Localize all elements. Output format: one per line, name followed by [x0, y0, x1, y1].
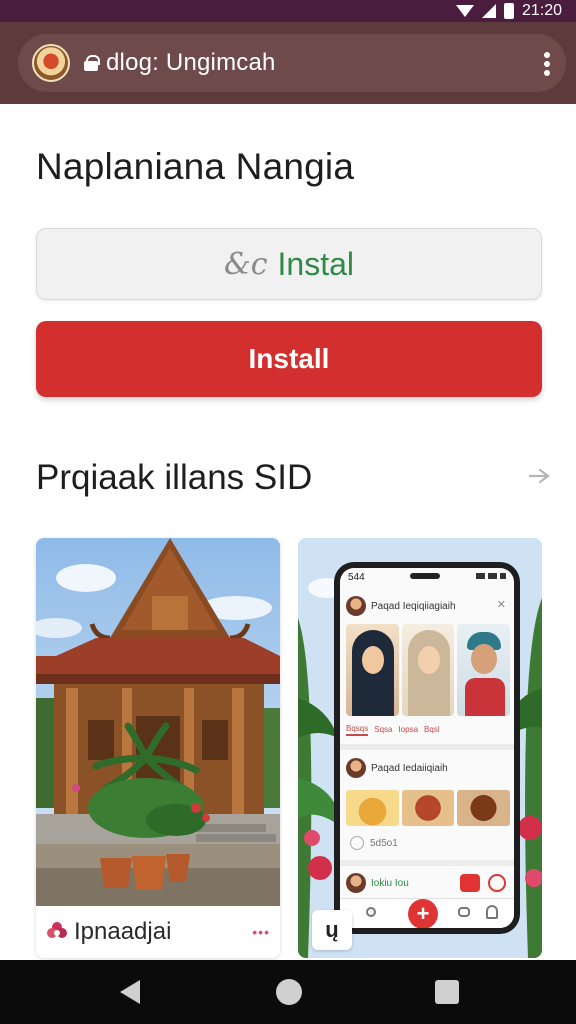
play-badge-icon [460, 874, 480, 892]
divider [340, 860, 514, 866]
phone-post-title: Iokiu Iou [371, 877, 409, 889]
avatar [346, 873, 366, 893]
arrow-right-icon[interactable] [528, 468, 552, 484]
more-vert-icon[interactable] [544, 52, 550, 76]
phone-tabs: Bqsqs Sqsa Iopsa Bqsl [346, 722, 510, 738]
home-icon[interactable] [276, 979, 302, 1005]
phone-time: 544 [348, 572, 365, 583]
phone-stat-count: 5d5o1 [370, 837, 398, 849]
record-icon [488, 874, 506, 892]
url-text[interactable]: dlog: Ungimcah [106, 49, 276, 77]
portrait-photo [401, 624, 455, 716]
instal-symbol-icon: &c [224, 246, 268, 282]
instal-button-label: Instal [277, 245, 354, 282]
phone-post-title: Paqad Iedaiiqiaih [371, 762, 448, 774]
phone-tab: Bqsqs [346, 724, 369, 736]
phone-photo-row [346, 624, 511, 716]
flower-icon [47, 922, 67, 938]
avatar [346, 758, 366, 778]
section-title: Prqiaak illans SID [36, 458, 313, 497]
temple-card[interactable]: Ipnaadjai ••• [36, 538, 280, 958]
more-horiz-icon[interactable]: ••• [252, 924, 270, 940]
address-bar[interactable]: dlog: Ungimcah [18, 34, 566, 92]
install-button[interactable]: Install [36, 321, 542, 397]
temple-card-caption: Ipnaadjai ••• [36, 906, 280, 958]
chat-icon [458, 907, 470, 917]
food-photo [401, 790, 455, 826]
site-logo-icon [32, 44, 70, 82]
phone-tab: Iopsa [398, 725, 419, 734]
signal-icon [481, 4, 496, 18]
phone-tab: Bqsl [424, 725, 440, 734]
phone-status-icons [476, 573, 506, 579]
status-bar: 21:20 [0, 0, 576, 22]
phone-preview-card[interactable]: 544 Paqad Ieqiqiiagiaih ✕ Bqsqs Sqsa Iop… [298, 538, 542, 958]
page-title: Naplaniana Nangia [36, 146, 355, 187]
recents-icon[interactable] [435, 980, 459, 1004]
phone-post-header: Iokiu Iou [346, 872, 508, 894]
app-chip-icon: ų [312, 910, 352, 950]
status-time: 21:20 [521, 2, 562, 19]
portrait-photo [346, 624, 399, 716]
portrait-photo [457, 624, 511, 716]
install-button-label: Install [248, 343, 330, 374]
battery-icon [503, 3, 514, 19]
close-icon: ✕ [496, 599, 506, 611]
phone-bottom-nav: + [340, 898, 514, 928]
phone-food-row [346, 790, 511, 826]
temple-image [36, 538, 280, 906]
phone-screen: 544 Paqad Ieqiqiiagiaih ✕ Bqsqs Sqsa Iop… [340, 568, 514, 928]
instal-button[interactable]: &c Instal [36, 228, 542, 300]
status-icons: 21:20 [455, 0, 562, 22]
search-icon [366, 907, 376, 917]
divider [340, 744, 514, 750]
food-photo [346, 790, 399, 826]
profile-icon [486, 905, 498, 919]
phone-post-title: Paqad Ieqiqiiagiaih [371, 600, 456, 612]
browser-toolbar: dlog: Ungimcah [0, 22, 576, 104]
phone-notch [410, 573, 440, 579]
like-icon [350, 836, 364, 850]
phone-stat: 5d5o1 [350, 836, 398, 850]
phone-mockup: 544 Paqad Ieqiqiiagiaih ✕ Bqsqs Sqsa Iop… [334, 562, 520, 934]
back-icon[interactable] [120, 980, 140, 1004]
phone-post-header: Paqad Iedaiiqiaih [346, 756, 508, 780]
lock-icon[interactable] [84, 55, 100, 71]
phone-tab: Sqsa [374, 725, 393, 734]
wifi-icon [455, 5, 474, 17]
phone-post-header: Paqad Ieqiqiiagiaih ✕ [346, 594, 508, 618]
food-photo [457, 790, 511, 826]
avatar [346, 596, 366, 616]
add-post-icon: + [408, 899, 438, 928]
temple-card-title: Ipnaadjai [74, 918, 172, 945]
system-navigation-bar [0, 960, 576, 1024]
